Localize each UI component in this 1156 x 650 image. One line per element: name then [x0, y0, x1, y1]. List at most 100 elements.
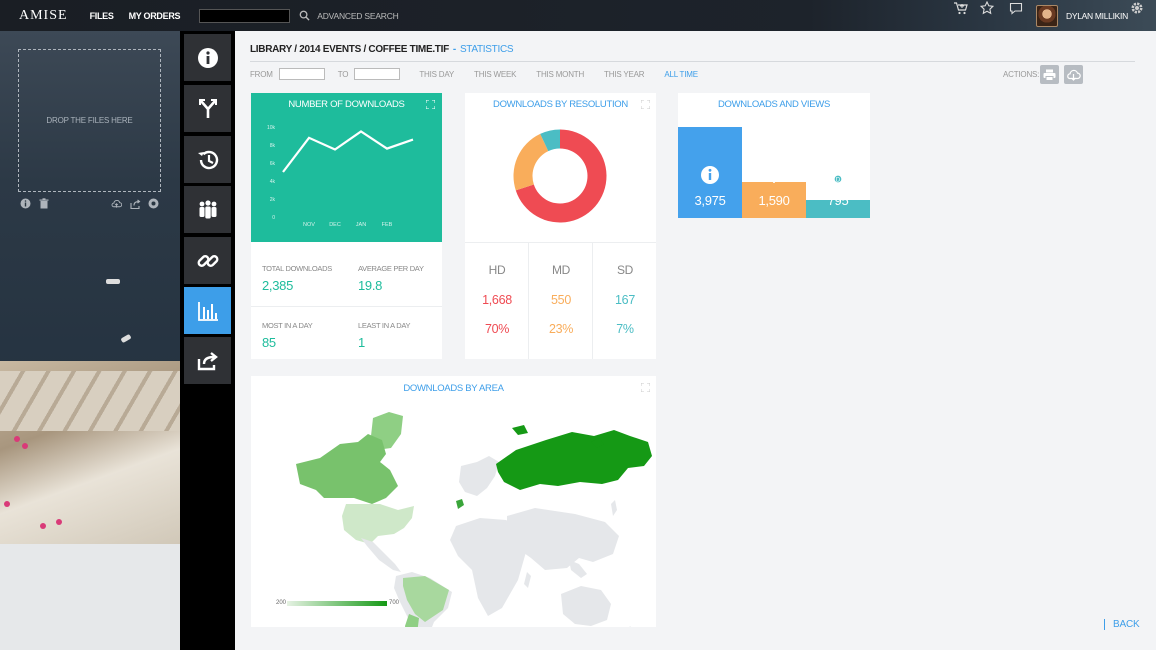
donut-slice-md: [513, 133, 549, 191]
rail-users-button[interactable]: [184, 186, 231, 233]
back-link[interactable]: BACK: [1104, 619, 1140, 630]
info-icon: [700, 165, 720, 190]
rail-info-button[interactable]: [184, 34, 231, 81]
resolution-card: DOWNLOADS BY RESOLUTION HD MD SD 1,668 5…: [465, 93, 656, 359]
cart-icon[interactable]: [953, 0, 969, 16]
stat-value: 85: [262, 335, 276, 350]
y-tick-label: 2k: [270, 197, 276, 203]
dropzone-label: DROP THE FILES HERE: [46, 116, 133, 125]
y-tick-label: 4k: [270, 179, 276, 185]
map-region-canada: [296, 434, 398, 504]
gear-icon[interactable]: [1129, 0, 1145, 16]
tool-rail: [180, 31, 235, 650]
cliff-image: [0, 361, 180, 551]
downloads-card-title: NUMBER OF DOWNLOADS: [288, 99, 405, 110]
range-this-year[interactable]: THIS YEAR: [604, 70, 644, 79]
resolution-count-sd: 167: [615, 293, 635, 307]
y-tick-label: 0: [272, 215, 275, 221]
main-content: LIBRARY / 2014 EVENTS / COFFEE TIME.TIF -…: [235, 31, 1156, 650]
views-bar-value: 795: [827, 192, 849, 208]
range-this-day[interactable]: THIS DAY: [419, 70, 454, 79]
views-bar[interactable]: D 795: [806, 166, 870, 218]
username[interactable]: DYLAN MILLIKIN: [1066, 0, 1128, 31]
users-icon: [199, 199, 216, 218]
nav-files[interactable]: FILES: [90, 11, 114, 21]
breadcrumb-path[interactable]: LIBRARY / 2014 EVENTS / COFFEE TIME.TIF: [250, 44, 449, 55]
trash-icon[interactable]: [38, 198, 49, 209]
map-region-usa: [342, 504, 414, 544]
expand-icon[interactable]: [426, 100, 435, 109]
resolution-percent-md: 23%: [548, 322, 574, 336]
search-icon[interactable]: [298, 10, 310, 22]
y-tick-label: 10k: [267, 125, 276, 131]
info-icon[interactable]: [20, 198, 31, 209]
world-map[interactable]: [251, 376, 656, 627]
rail-history-button[interactable]: [184, 136, 231, 183]
from-date-input[interactable]: [278, 68, 325, 80]
map-region-europe: [459, 456, 499, 496]
stat-label: MOST IN A DAY: [262, 321, 313, 330]
resolution-label-hd: HD: [488, 263, 506, 277]
map-legend-min: 200: [276, 600, 287, 606]
map-region-arctic-islands: [512, 425, 528, 435]
merge-icon: [198, 98, 217, 118]
upload-panel: DROP THE FILES HERE: [0, 31, 180, 650]
breadcrumb-section: STATISTICS: [459, 44, 514, 55]
share-icon[interactable]: [130, 198, 141, 209]
file-dropzone[interactable]: DROP THE FILES HERE: [18, 49, 161, 192]
cloud-download-icon: D: [827, 166, 849, 190]
downloads-series-line: [282, 130, 414, 173]
print-button[interactable]: [1040, 65, 1059, 84]
app-logo[interactable]: AMISE: [19, 8, 68, 24]
cloud-upload-icon: [763, 167, 785, 190]
range-this-month[interactable]: THIS MONTH: [536, 70, 584, 79]
views-bar-value: 3,975: [694, 193, 726, 208]
rail-links-button[interactable]: [184, 237, 231, 284]
print-icon: [1043, 69, 1056, 81]
svg-text:D: D: [836, 177, 841, 183]
rail-versions-button[interactable]: [184, 85, 231, 132]
search-input[interactable]: [199, 8, 291, 23]
actions-label: ACTIONS:: [1003, 70, 1040, 79]
history-icon: [197, 150, 218, 169]
nav-my-orders[interactable]: MY ORDERS: [129, 11, 181, 21]
views-bar[interactable]: 3,975: [678, 127, 742, 218]
range-this-week[interactable]: THIS WEEK: [474, 70, 516, 79]
download-button[interactable]: [1064, 65, 1083, 84]
views-bar-value: 1,590: [758, 192, 790, 208]
chat-icon[interactable]: [1008, 0, 1024, 16]
to-date-input[interactable]: [354, 68, 401, 80]
range-all-time[interactable]: ALL TIME: [664, 70, 698, 79]
x-tick-label: DEC: [329, 222, 341, 228]
y-tick-label: 8k: [270, 143, 276, 149]
link-icon: [197, 254, 218, 267]
views-card-title: DOWNLOADS AND VIEWS: [717, 99, 830, 110]
x-tick-label: FEB: [382, 222, 393, 228]
settings-circle-icon[interactable]: [148, 198, 159, 209]
views-bar[interactable]: 1,590: [742, 168, 806, 218]
y-tick-label: 6k: [270, 161, 276, 167]
resolution-label-sd: SD: [616, 263, 634, 277]
advanced-search-link[interactable]: ADVANCED SEARCH: [317, 11, 399, 21]
resolution-count-hd: 1,668: [482, 293, 512, 307]
map-legend-gradient: [287, 601, 387, 606]
x-tick-label: JAN: [356, 222, 366, 228]
stat-label: TOTAL DOWNLOADS: [262, 264, 332, 273]
map-region-portugal: [456, 499, 464, 509]
expand-icon[interactable]: [641, 100, 650, 109]
cloud-upload-icon[interactable]: [111, 198, 122, 209]
map-legend-max: 700: [389, 600, 400, 606]
map-region-australia: [561, 586, 611, 626]
cloud-download-icon: [1067, 69, 1081, 81]
divider: [250, 61, 1135, 62]
star-icon[interactable]: [979, 0, 995, 16]
breadcrumb: LIBRARY / 2014 EVENTS / COFFEE TIME.TIF -…: [250, 44, 514, 55]
stat-value: 1: [358, 335, 365, 350]
rail-statistics-button[interactable]: [184, 287, 231, 334]
rail-share-button[interactable]: [184, 337, 231, 384]
map-region-asia: [507, 508, 619, 570]
map-region-central-america: [361, 538, 401, 572]
share-icon: [197, 351, 218, 370]
to-label: TO: [337, 69, 349, 79]
avatar[interactable]: [1036, 4, 1058, 27]
